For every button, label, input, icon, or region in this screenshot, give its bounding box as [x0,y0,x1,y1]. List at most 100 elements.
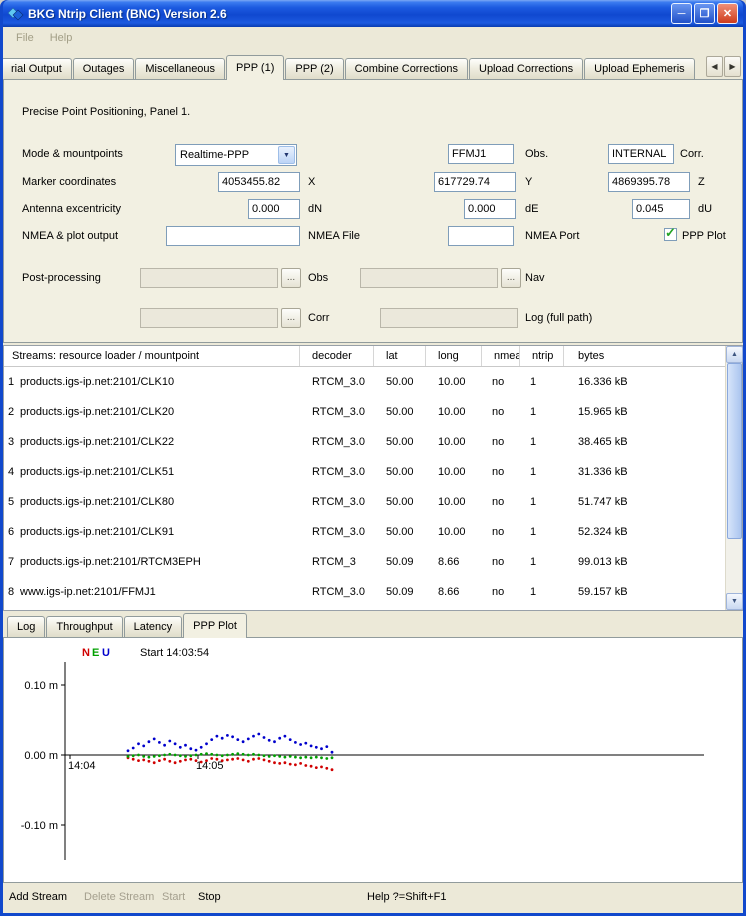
cell-mp: products.igs-ip.net:2101/CLK80 [18,487,300,517]
tab-scroll-left-button[interactable]: ◀ [706,56,723,77]
main-tab-upload-ephemeris[interactable]: Upload Ephemeris [584,58,695,79]
window-title: BKG Ntrip Client (BNC) Version 2.6 [28,7,671,21]
menu-help[interactable]: Help [43,30,80,46]
plot-tab-throughput[interactable]: Throughput [46,616,122,637]
close-button[interactable]: ✕ [717,3,738,24]
stream-row[interactable]: 3products.igs-ip.net:2101/CLK22RTCM_3.05… [4,427,725,457]
marker-z-field[interactable] [608,172,690,192]
cell-ntrip: 1 [520,487,564,517]
stream-row[interactable]: 6products.igs-ip.net:2101/CLK91RTCM_3.05… [4,517,725,547]
plot-tab-log[interactable]: Log [7,616,45,637]
marker-y-field[interactable] [434,172,516,192]
svg-text:Start 14:03:54: Start 14:03:54 [140,647,209,659]
nmea-file-field[interactable] [166,226,300,246]
cell-long: 8.66 [426,577,482,607]
scroll-up-button[interactable]: ▲ [726,346,743,363]
main-tab-rial-output[interactable]: rial Output [3,58,72,79]
add-stream-button[interactable]: Add Stream [9,891,67,903]
cell-num: 2 [4,397,18,427]
obs-file-label: Obs [308,272,328,284]
ppp-panel: Precise Point Positioning, Panel 1. Mode… [3,79,743,343]
marker-x-field[interactable] [218,172,300,192]
obs-browse-button: ... [281,268,301,288]
stream-row[interactable]: 1products.igs-ip.net:2101/CLK10RTCM_3.05… [4,367,725,397]
scroll-down-button[interactable]: ▼ [726,593,743,610]
statusbar: Add Stream Delete Stream Start Stop Help… [3,887,743,910]
cell-long: 10.00 [426,487,482,517]
scrollbar-thumb[interactable] [727,363,742,539]
cell-num: 8 [4,577,18,607]
titlebar: BKG Ntrip Client (BNC) Version 2.6 ─ ❐ ✕ [3,0,743,27]
y-label: Y [525,176,532,188]
main-tab-miscellaneous[interactable]: Miscellaneous [135,58,225,79]
app-window: BKG Ntrip Client (BNC) Version 2.6 ─ ❐ ✕… [0,0,746,916]
du-field[interactable] [632,199,690,219]
main-tab-ppp-2-[interactable]: PPP (2) [285,58,343,79]
check-icon: ✓ [665,225,676,241]
cell-nmea: no [482,487,520,517]
cell-mp: www.igs-ip.net:2101/FFMJ1 [18,577,300,607]
ppp-plot-page: NEUStart 14:03:540.10 m0.00 m-0.10 m14:0… [3,637,743,883]
minimize-button[interactable]: ─ [671,3,692,24]
stream-row[interactable]: 4products.igs-ip.net:2101/CLK51RTCM_3.05… [4,457,725,487]
nmea-port-field[interactable] [448,226,514,246]
corr-file-label: Corr [308,312,329,324]
panel-heading: Precise Point Positioning, Panel 1. [22,106,190,118]
column-header-6: bytes [564,346,725,366]
ppp-plot-checkbox[interactable]: ✓ [664,228,677,241]
cell-long: 10.00 [426,517,482,547]
main-tab-list: rial OutputOutagesMiscellaneousPPP (1)PP… [3,55,696,79]
z-label: Z [698,176,705,188]
cell-num: 1 [4,367,18,397]
cell-bytes: 59.157 kB [564,577,725,607]
mode-dropdown[interactable]: Realtime-PPP ▼ [175,144,297,166]
tab-scroll-right-button[interactable]: ▶ [724,56,741,77]
cell-mp: products.igs-ip.net:2101/CLK10 [18,367,300,397]
svg-text:U: U [102,647,110,659]
nav-browse-button: ... [501,268,521,288]
cell-lat: 50.00 [374,397,426,427]
cell-num: 4 [4,457,18,487]
cell-dec: RTCM_3.0 [300,577,374,607]
svg-text:E: E [92,647,99,659]
main-tab-ppp-1-[interactable]: PPP (1) [226,55,284,80]
tab-scroll-left-icon: ◀ [711,62,717,71]
main-tab-combine-corrections[interactable]: Combine Corrections [345,58,468,79]
stream-row[interactable]: 2products.igs-ip.net:2101/CLK20RTCM_3.05… [4,397,725,427]
stream-row[interactable]: 8www.igs-ip.net:2101/FFMJ1RTCM_3.050.098… [4,577,725,607]
de-field[interactable] [464,199,516,219]
nmea-output-label: NMEA & plot output [22,230,118,242]
plot-tab-latency[interactable]: Latency [124,616,183,637]
maximize-button[interactable]: ❐ [694,3,715,24]
dn-field[interactable] [248,199,300,219]
cell-bytes: 31.336 kB [564,457,725,487]
cell-bytes: 16.336 kB [564,367,725,397]
stop-button[interactable]: Stop [198,891,221,903]
obs-label: Obs. [525,148,548,160]
plot-tab-ppp-plot[interactable]: PPP Plot [183,613,247,638]
cell-dec: RTCM_3.0 [300,367,374,397]
stream-row[interactable]: 5products.igs-ip.net:2101/CLK80RTCM_3.05… [4,487,725,517]
nav-file-label: Nav [525,272,545,284]
cell-long: 10.00 [426,397,482,427]
corr-mountpoint-field[interactable] [608,144,674,164]
streams-scrollbar[interactable]: ▲ ▼ [725,346,742,610]
stream-row[interactable]: 7products.igs-ip.net:2101/RTCM3EPHRTCM_3… [4,547,725,577]
column-header-5: ntrip [520,346,564,366]
cell-ntrip: 1 [520,457,564,487]
obs-mountpoint-field[interactable] [448,144,514,164]
main-tab-outages[interactable]: Outages [73,58,135,79]
mode-dropdown-value: Realtime-PPP [180,149,249,161]
minimize-icon: ─ [678,8,686,20]
cell-mp: products.igs-ip.net:2101/CLK22 [18,427,300,457]
cell-lat: 50.09 [374,577,426,607]
streams-body: 1products.igs-ip.net:2101/CLK10RTCM_3.05… [4,367,725,607]
cell-mp: products.igs-ip.net:2101/CLK51 [18,457,300,487]
svg-text:-0.10 m: -0.10 m [21,820,58,832]
cell-nmea: no [482,547,520,577]
close-icon: ✕ [723,7,732,20]
log-file-field [380,308,518,328]
menu-file[interactable]: File [9,30,41,46]
log-file-label: Log (full path) [525,312,592,324]
main-tab-upload-corrections[interactable]: Upload Corrections [469,58,583,79]
